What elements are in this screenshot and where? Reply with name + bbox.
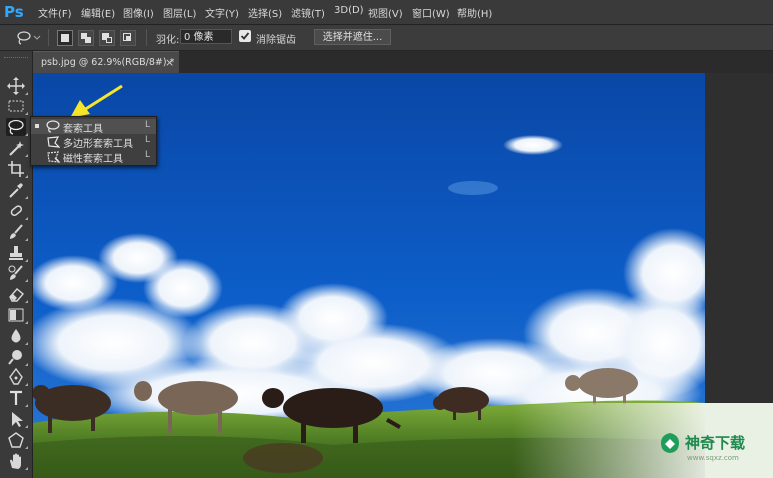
magic-wand-icon[interactable] (6, 139, 28, 157)
menu-bar: Ps 文件(F) 编辑(E) 图像(I) 图层(L) 文字(Y) 选择(S) 滤镜(T) 3D… (0, 0, 773, 25)
select-and-mask-button[interactable]: 选择并遮住... (314, 29, 391, 45)
flyout-item-label: 套索工具 (63, 124, 103, 135)
history-brush-icon[interactable] (6, 264, 28, 282)
watermark-url: www.sqxz.com (687, 454, 739, 462)
subtract-selection-button[interactable] (99, 30, 115, 46)
panel-grip[interactable] (4, 57, 28, 61)
flyout-indicator-icon (25, 196, 28, 199)
close-tab-icon[interactable]: × (165, 56, 174, 69)
divider (48, 29, 49, 46)
document-tab[interactable]: psb.jpg @ 62.9%(RGB/8#) * × (33, 51, 179, 74)
flyout-item-label: 磁性套索工具 (63, 154, 123, 165)
flyout-indicator-icon (25, 300, 28, 303)
menu-item-8[interactable]: 视图(V) (368, 5, 403, 20)
flyout-item-shortcut: L (145, 150, 151, 160)
flyout-item-label: 多边形套索工具 (63, 139, 133, 150)
antialias-checkbox[interactable] (239, 30, 251, 42)
menu-item-10[interactable]: 帮助(H) (457, 5, 492, 20)
eyedropper-icon[interactable] (6, 181, 28, 199)
magnetic-lasso-icon (46, 150, 61, 166)
flyout-indicator-icon (25, 238, 28, 241)
marquee-tool-icon[interactable] (6, 97, 28, 115)
flyout-indicator-icon (25, 112, 28, 115)
flyout-item-2[interactable]: 磁性套索工具 L (31, 149, 156, 166)
menu-item-7[interactable]: 3D(D) (334, 5, 364, 16)
feather-input[interactable]: 0 像素 (180, 29, 232, 44)
antialias-label: 消除锯齿 (256, 35, 296, 46)
menu-item-5[interactable]: 选择(S) (248, 5, 282, 20)
document-tab-title: psb.jpg @ 62.9%(RGB/8#) * (41, 57, 175, 68)
watermark-logo: 神奇下载 www.sqxz.com (657, 430, 765, 470)
flyout-indicator-icon (25, 446, 28, 449)
flyout-indicator-icon (25, 259, 28, 262)
flyout-indicator-icon (25, 363, 28, 366)
menu-item-9[interactable]: 窗口(W) (412, 5, 450, 20)
blur-icon[interactable] (6, 327, 28, 345)
lasso-tool-icon[interactable] (6, 118, 28, 136)
menu-item-0[interactable]: 文件(F) (38, 5, 72, 20)
menu-item-2[interactable]: 图像(I) (123, 5, 154, 20)
new-selection-button[interactable] (57, 30, 73, 46)
divider (146, 29, 147, 46)
dodge-icon[interactable] (6, 348, 28, 366)
hand-icon[interactable] (6, 452, 28, 470)
options-bar: 羽化: 0 像素 消除锯齿 选择并遮住... (0, 25, 773, 51)
flyout-indicator-icon (25, 279, 28, 282)
flyout-indicator-icon (25, 383, 28, 386)
menu-item-3[interactable]: 图层(L) (163, 5, 196, 20)
stamp-icon[interactable] (6, 244, 28, 262)
path-select-icon[interactable] (6, 410, 28, 428)
flyout-indicator-icon (25, 217, 28, 220)
type-icon[interactable] (6, 389, 28, 407)
menu-item-4[interactable]: 文字(Y) (205, 5, 239, 20)
lasso-preset-icon[interactable] (15, 30, 41, 49)
brush-icon[interactable] (6, 223, 28, 241)
pen-icon[interactable] (6, 368, 28, 386)
watermark-leaf-icon (661, 433, 679, 453)
flyout-item-shortcut: L (145, 135, 151, 145)
flyout-indicator-icon (25, 154, 28, 157)
check-icon (240, 32, 250, 40)
intersect-selection-button[interactable] (120, 30, 136, 46)
eraser-icon[interactable] (6, 285, 28, 303)
flyout-indicator-icon (25, 425, 28, 428)
flyout-indicator-icon (25, 321, 28, 324)
pasteboard-right (705, 73, 773, 403)
menu-item-1[interactable]: 编辑(E) (81, 5, 115, 20)
gradient-icon[interactable] (6, 306, 28, 324)
shape-icon[interactable] (6, 431, 28, 449)
menu-item-6[interactable]: 滤镜(T) (291, 5, 325, 20)
flyout-indicator-icon (25, 92, 28, 95)
move-tool-icon[interactable] (6, 77, 28, 95)
watermark-text: 神奇下载 (685, 434, 746, 452)
flyout-indicator-icon (25, 467, 28, 470)
feather-label: 羽化: (156, 35, 180, 46)
crop-icon[interactable] (6, 160, 28, 178)
flyout-item-1[interactable]: 多边形套索工具 L (31, 134, 156, 150)
flyout-indicator-icon (25, 133, 28, 136)
healing-brush-icon[interactable] (6, 202, 28, 220)
flyout-indicator-icon (25, 404, 28, 407)
app-logo: Ps (4, 3, 24, 21)
flyout-indicator-icon (25, 342, 28, 345)
selected-bullet-icon (35, 124, 39, 128)
flyout-item-shortcut: L (145, 120, 151, 130)
lasso-tool-flyout: 套索工具 L 多边形套索工具 L 磁性套索工具 L (30, 116, 157, 166)
flyout-item-0[interactable]: 套索工具 L (31, 119, 156, 135)
add-selection-button[interactable] (78, 30, 94, 46)
flyout-indicator-icon (25, 175, 28, 178)
